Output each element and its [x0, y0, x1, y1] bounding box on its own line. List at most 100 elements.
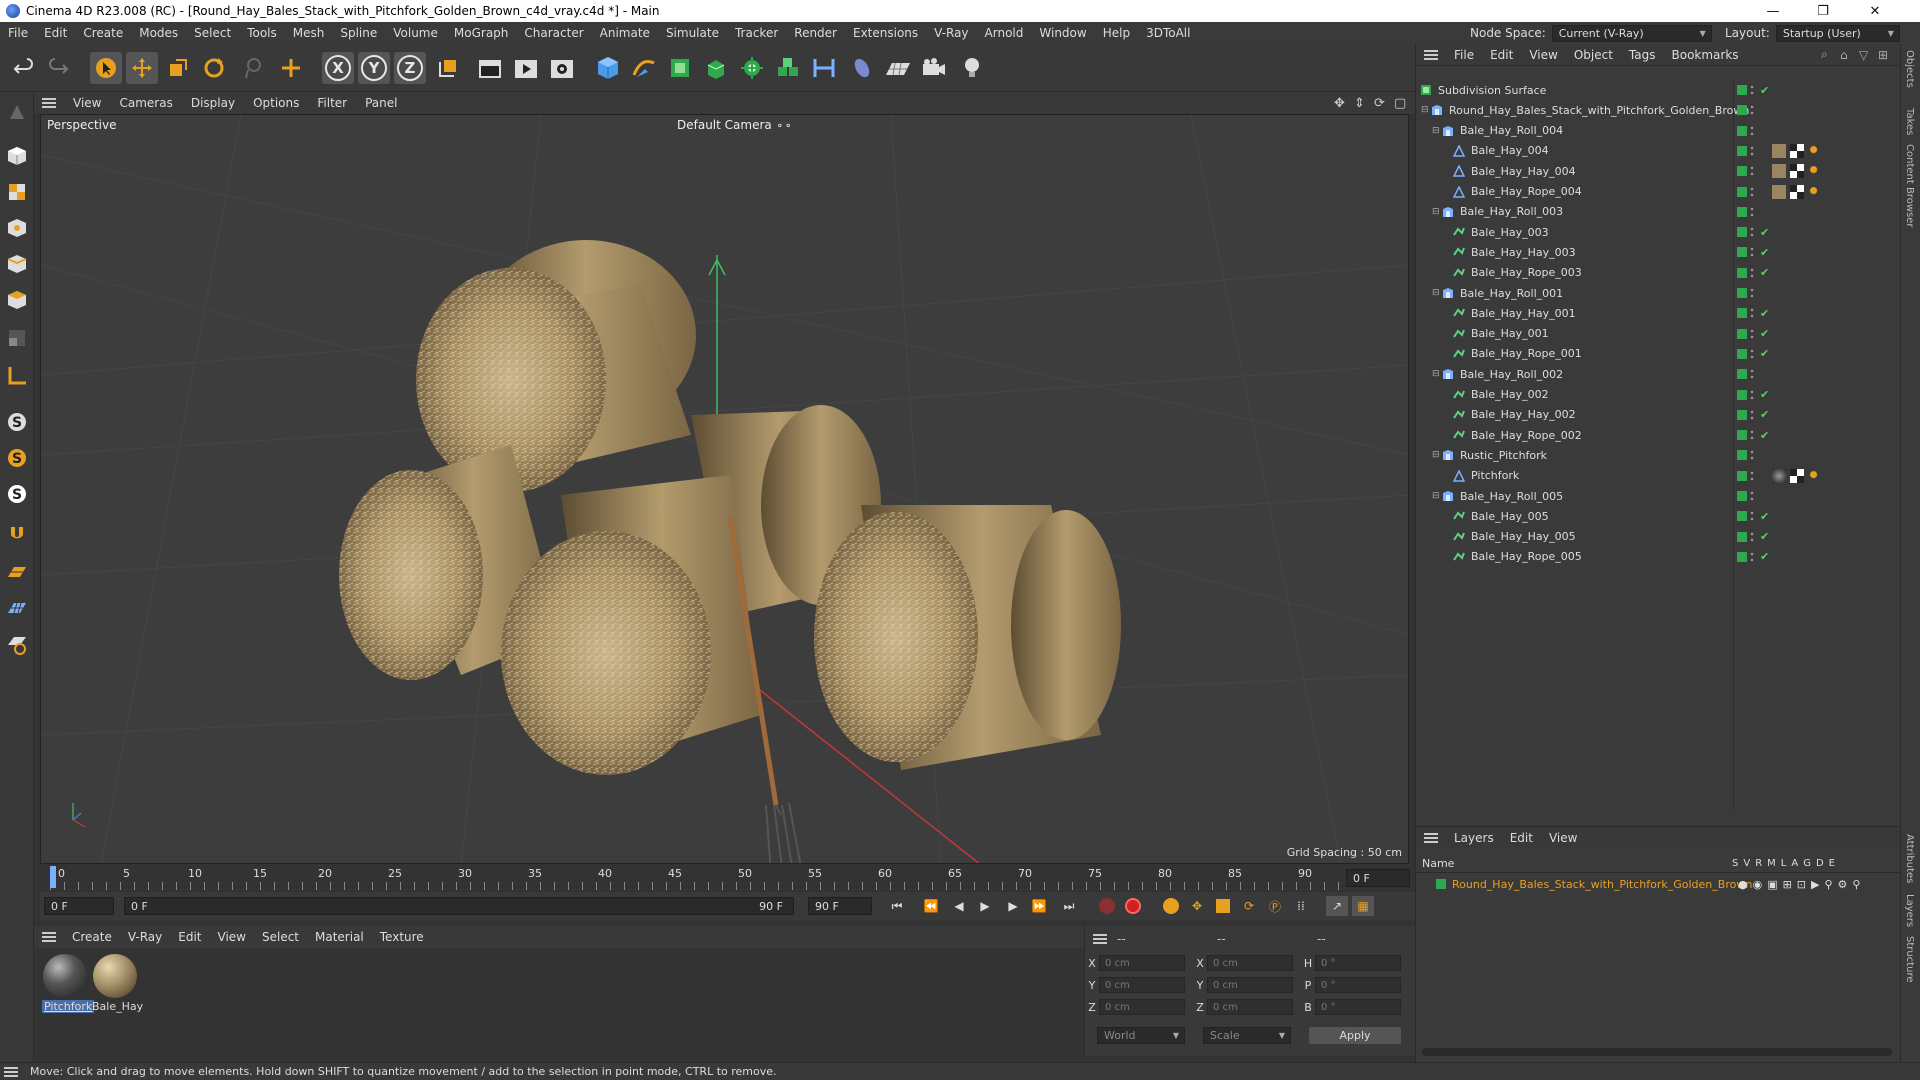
- viewport-menu-cameras[interactable]: Cameras: [110, 96, 181, 110]
- uvw-tag-icon[interactable]: [1808, 143, 1822, 158]
- x-axis-lock-button[interactable]: X: [322, 52, 354, 84]
- check-icon[interactable]: ✔: [1760, 429, 1769, 442]
- render-visibility-dots-icon[interactable]: [1750, 104, 1754, 117]
- position-z-field[interactable]: 0 cm: [1099, 999, 1185, 1015]
- viewport-menu-display[interactable]: Display: [182, 96, 244, 110]
- object-menu-view[interactable]: View: [1521, 48, 1565, 62]
- material-menu-view[interactable]: View: [210, 930, 254, 944]
- object-menu-file[interactable]: File: [1446, 48, 1482, 62]
- check-icon[interactable]: ✔: [1760, 388, 1769, 401]
- tab-takes[interactable]: Takes: [1904, 108, 1915, 135]
- select-tool-button[interactable]: [90, 52, 122, 84]
- tab-layers[interactable]: Layers: [1904, 894, 1915, 927]
- render-visibility-dots-icon[interactable]: [1750, 550, 1754, 563]
- rotation-b-field[interactable]: 0 °: [1315, 999, 1401, 1015]
- current-frame-field[interactable]: 0 F: [1346, 869, 1410, 887]
- visibility-indicator[interactable]: [1737, 85, 1747, 95]
- scale-tool-button[interactable]: [162, 52, 194, 84]
- visibility-indicator[interactable]: [1737, 267, 1747, 278]
- object-row[interactable]: ⊟ Bale_Hay_Roll_001: [1416, 283, 1901, 303]
- texture-tag-icon[interactable]: [1790, 184, 1804, 199]
- visibility-indicator[interactable]: [1737, 206, 1747, 217]
- 3d-viewport[interactable]: Perspective Default Camera ⚬⚬ Grid Spaci…: [40, 114, 1409, 864]
- render-visibility-dots-icon[interactable]: [1750, 327, 1754, 340]
- visibility-indicator[interactable]: [1737, 105, 1747, 116]
- layout-dropdown[interactable]: Startup (User) ▼: [1775, 24, 1900, 42]
- polygons-mode-button[interactable]: [3, 286, 31, 314]
- extrude-button[interactable]: [700, 52, 732, 84]
- visibility-indicator[interactable]: [1737, 125, 1747, 136]
- object-row[interactable]: ⊟ Bale_Hay_Roll_002: [1416, 364, 1901, 384]
- menu-mesh[interactable]: Mesh: [285, 26, 333, 40]
- object-row[interactable]: Bale_Hay_Rope_002 ✔: [1416, 425, 1901, 445]
- render-region-button[interactable]: [474, 52, 506, 84]
- render-visibility-dots-icon[interactable]: [1750, 530, 1754, 543]
- tab-objects[interactable]: Objects: [1904, 50, 1915, 88]
- render-visibility-dots-icon[interactable]: [1750, 307, 1754, 320]
- render-visibility-dots-icon[interactable]: [1750, 185, 1754, 198]
- render-visibility-dots-icon[interactable]: [1750, 490, 1754, 502]
- next-frame-button[interactable]: ▶: [1002, 896, 1024, 916]
- object-row[interactable]: ⊟ Bale_Hay_Roll_004: [1416, 121, 1901, 141]
- object-menu-bookmarks[interactable]: Bookmarks: [1664, 48, 1747, 62]
- tab-attributes[interactable]: Attributes: [1904, 834, 1915, 883]
- object-row[interactable]: Bale_Hay_005 ✔: [1416, 506, 1901, 526]
- viewport-move-icon[interactable]: ✥: [1334, 96, 1345, 111]
- render-visibility-dots-icon[interactable]: [1750, 408, 1754, 421]
- menu-volume[interactable]: Volume: [385, 26, 446, 40]
- object-row[interactable]: Bale_Hay_001 ✔: [1416, 324, 1901, 344]
- expand-toggle-icon[interactable]: ⊟: [1421, 105, 1429, 115]
- timeline-ruler[interactable]: 0 5 10 15 20 25 30 35 40 45 50 55 60 65 …: [40, 864, 1415, 892]
- size-z-field[interactable]: 0 cm: [1207, 999, 1293, 1015]
- material-swatch-pitchfork[interactable]: Pitchfork: [42, 954, 95, 1013]
- uv-mode-button[interactable]: [3, 324, 31, 352]
- object-menu-tags[interactable]: Tags: [1621, 48, 1664, 62]
- object-row[interactable]: ⊟ Bale_Hay_Roll_005: [1416, 486, 1901, 506]
- object-row[interactable]: Bale_Hay_Rope_005 ✔: [1416, 547, 1901, 567]
- key-move-button[interactable]: ✥: [1186, 896, 1208, 916]
- visibility-indicator[interactable]: [1737, 328, 1747, 339]
- object-menu-object[interactable]: Object: [1566, 48, 1621, 62]
- check-icon[interactable]: ✔: [1760, 307, 1769, 320]
- apply-button[interactable]: Apply: [1309, 1026, 1401, 1044]
- hamburger-icon[interactable]: [42, 98, 56, 108]
- key-scale-button[interactable]: [1212, 896, 1234, 916]
- make-editable-button[interactable]: [3, 98, 31, 126]
- quantize-button[interactable]: S: [3, 480, 31, 508]
- hamburger-icon[interactable]: [42, 932, 56, 942]
- maximize-button[interactable]: ❐: [1800, 0, 1846, 22]
- material-tag-icon[interactable]: [1772, 184, 1786, 199]
- visibility-indicator[interactable]: [1737, 491, 1747, 501]
- layers-menu-layers[interactable]: Layers: [1446, 831, 1502, 845]
- render-visibility-dots-icon[interactable]: [1750, 144, 1754, 157]
- play-button[interactable]: ▶: [974, 896, 996, 916]
- check-icon[interactable]: ✔: [1760, 347, 1769, 360]
- object-row[interactable]: Bale_Hay_003 ✔: [1416, 222, 1901, 242]
- expand-toggle-icon[interactable]: ⊟: [1432, 491, 1440, 501]
- menu-create[interactable]: Create: [75, 26, 131, 40]
- render-visibility-dots-icon[interactable]: [1750, 510, 1754, 523]
- visibility-indicator[interactable]: [1737, 369, 1747, 380]
- position-y-field[interactable]: 0 cm: [1099, 977, 1185, 993]
- render-visibility-dots-icon[interactable]: [1750, 84, 1754, 96]
- material-menu-edit[interactable]: Edit: [170, 930, 209, 944]
- menu-simulate[interactable]: Simulate: [658, 26, 727, 40]
- spline-pen-button[interactable]: [628, 52, 660, 84]
- material-menu-create[interactable]: Create: [64, 930, 120, 944]
- check-icon[interactable]: ✔: [1760, 266, 1769, 279]
- previous-key-button[interactable]: ⏪: [920, 896, 942, 916]
- preview-range-slider[interactable]: 0 F 90 F: [124, 897, 794, 915]
- render-visibility-dots-icon[interactable]: [1750, 124, 1754, 137]
- viewport-menu-filter[interactable]: Filter: [308, 96, 356, 110]
- object-row[interactable]: ⊟ Round_Hay_Bales_Stack_with_Pitchfork_Go…: [1416, 100, 1901, 120]
- deformer-button[interactable]: [808, 52, 840, 84]
- timeline-window-button[interactable]: ▦: [1352, 896, 1374, 916]
- rotation-p-field[interactable]: 0 °: [1315, 977, 1401, 993]
- grid-button[interactable]: [3, 594, 31, 622]
- record-button[interactable]: [1122, 896, 1144, 916]
- hamburger-icon[interactable]: [4, 1066, 18, 1077]
- viewport-camera-label[interactable]: Default Camera ⚬⚬: [677, 118, 792, 132]
- search-icon[interactable]: ⌕: [1821, 47, 1828, 62]
- cube-primitive-button[interactable]: [592, 52, 624, 84]
- size-x-field[interactable]: 0 cm: [1207, 955, 1293, 971]
